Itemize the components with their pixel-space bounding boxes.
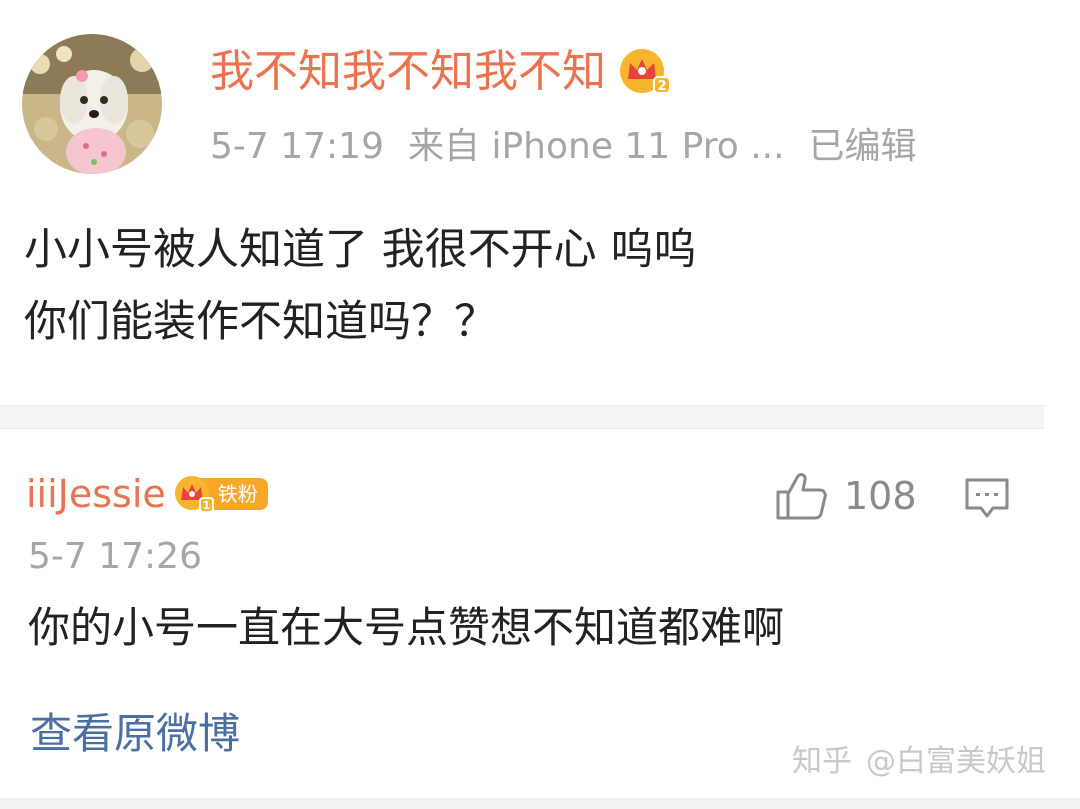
reply-button[interactable] [963, 476, 1011, 524]
watermark-platform: 知乎 [792, 744, 852, 779]
like-count: 108 [844, 474, 917, 518]
watermark: 知乎 @白富美妖姐 [792, 740, 1046, 784]
fan-badge-level: 1 [202, 499, 210, 512]
post-user-row: 我不知我不知我不知 2 [210, 46, 674, 98]
bottom-divider [0, 798, 1080, 809]
crown-vip-icon[interactable]: 2 [618, 47, 674, 97]
post-source: 来自 iPhone 11 Pro ... [408, 126, 785, 167]
comment-icon [965, 478, 1009, 518]
post-username[interactable]: 我不知我不知我不知 [210, 46, 606, 98]
post-content: 小小号被人知道了 我很不开心 呜呜 你们能装作不知道吗？？ [24, 214, 696, 358]
post-content-line: 你们能装作不知道吗？？ [24, 297, 497, 347]
post-avatar[interactable] [22, 34, 162, 174]
watermark-author: @白富美妖姐 [866, 744, 1046, 779]
post-content-line: 小小号被人知道了 我很不开心 呜呜 [24, 225, 697, 275]
post-edited-label[interactable]: 已编辑 [809, 126, 917, 167]
avatar-dog-image [22, 34, 162, 174]
comment-user-row: iiiJessie 1 铁粉 [26, 470, 268, 518]
fan-badge[interactable]: 1 铁粉 [174, 474, 268, 514]
view-original-link[interactable]: 查看原微博 [30, 706, 240, 762]
comment-text: 你的小号一直在大号点赞想不知道都难啊 [28, 603, 785, 652]
like-button[interactable]: 108 [774, 470, 917, 522]
post-timestamp: 5-7 17:19 [210, 126, 384, 167]
comment-username[interactable]: iiiJessie [26, 470, 166, 518]
fan-crown-icon: 1 [174, 476, 214, 513]
svg-text:2: 2 [657, 79, 666, 94]
section-divider [0, 405, 1044, 429]
thumbs-up-icon [776, 473, 827, 520]
comment-timestamp: 5-7 17:26 [28, 536, 202, 577]
post-meta: 5-7 17:19 来自 iPhone 11 Pro ... 已编辑 [210, 124, 917, 170]
